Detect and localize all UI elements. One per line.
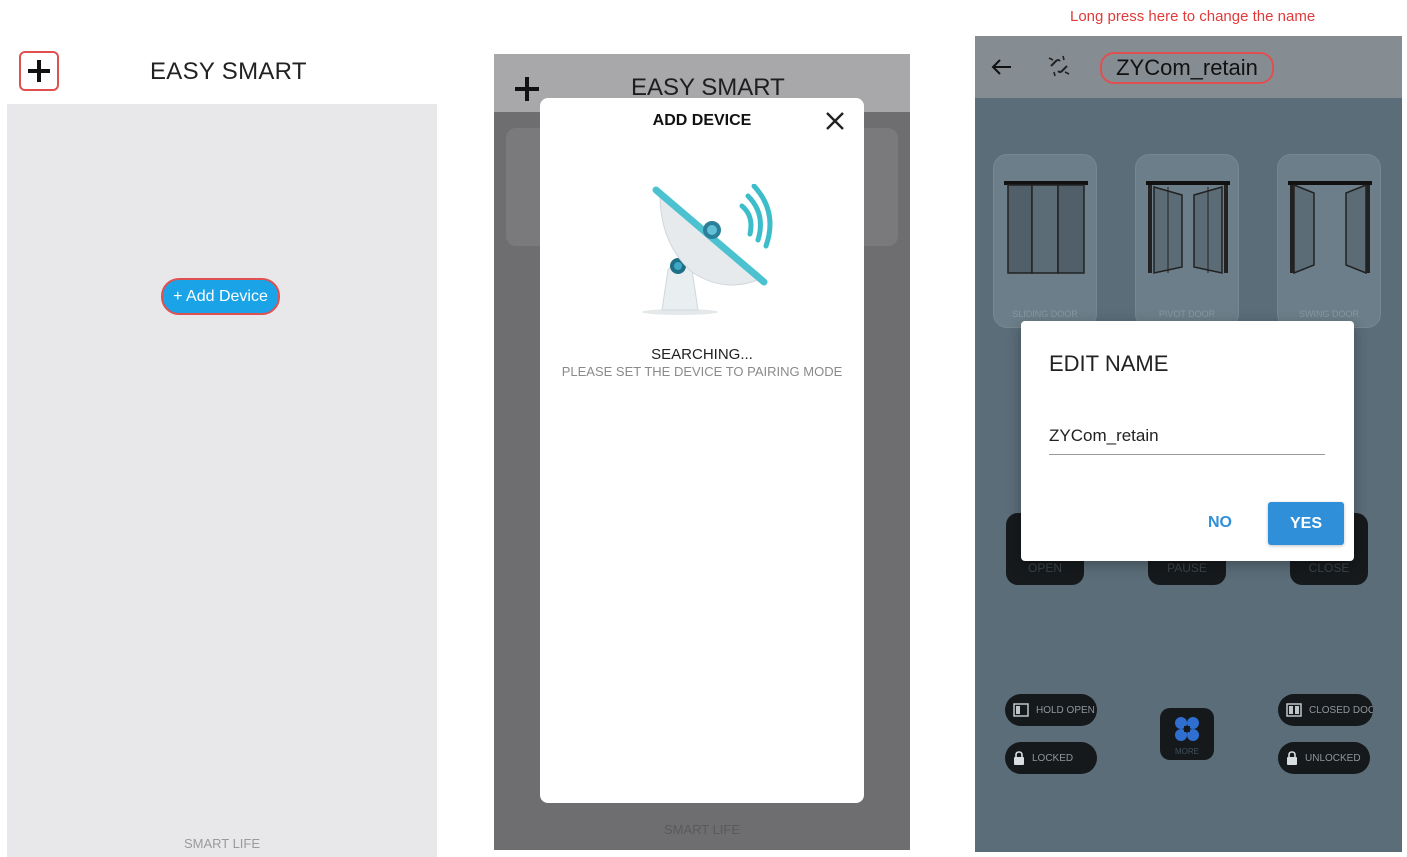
add-device-modal: ADD DEVICE SEARCHING... PLEASE SET THE D… xyxy=(540,98,864,803)
device-name-title[interactable]: ZYCom_retain xyxy=(1100,52,1274,84)
open-label: OPEN xyxy=(1027,561,1062,575)
arrow-left-icon[interactable] xyxy=(989,54,1015,80)
add-device-icon-button[interactable] xyxy=(512,74,542,104)
lock-icon xyxy=(1014,751,1024,765)
close-icon xyxy=(826,112,844,130)
closed-door-label: CLOSED DOOR xyxy=(1309,704,1373,716)
pivot-door-icon xyxy=(1146,181,1230,274)
more-label: MORE xyxy=(1175,747,1199,756)
swing-door-icon xyxy=(1288,181,1372,275)
close-button[interactable] xyxy=(822,108,848,134)
add-device-icon-button[interactable] xyxy=(19,51,59,91)
door-type-sliding[interactable]: SLIDING DOOR xyxy=(993,154,1097,328)
unlink-icon[interactable] xyxy=(1045,52,1073,80)
more-button[interactable]: MORE xyxy=(1160,708,1214,760)
clover-icon xyxy=(1175,717,1199,741)
sliding-door-icon xyxy=(1004,181,1088,274)
lock-icon xyxy=(1287,751,1297,765)
hold-open-label: HOLD OPEN xyxy=(1036,704,1095,716)
door-type-label: PIVOT DOOR xyxy=(1158,309,1216,319)
door-type-label: SLIDING DOOR xyxy=(1012,309,1078,319)
pause-label: PAUSE xyxy=(1167,561,1207,575)
closed-door-icon xyxy=(1286,703,1302,717)
hold-open-icon xyxy=(1013,703,1029,717)
device-list-area xyxy=(7,104,437,857)
footer-brand: SMART LIFE xyxy=(183,836,261,851)
pairing-hint: PLEASE SET THE DEVICE TO PAIRING MODE xyxy=(561,364,843,379)
search-status: SEARCHING... xyxy=(651,346,753,363)
add-device-button[interactable]: + Add Device xyxy=(161,278,280,315)
door-type-pivot[interactable]: PIVOT DOOR xyxy=(1135,154,1239,328)
locked-button[interactable]: LOCKED xyxy=(1005,742,1097,774)
close-label: CLOSE xyxy=(1308,561,1350,575)
plus-icon xyxy=(515,77,539,101)
hold-open-button[interactable]: HOLD OPEN xyxy=(1005,694,1097,726)
app-title: EASY SMART xyxy=(150,58,307,85)
edit-name-dialog: EDIT NAME NO YES xyxy=(1021,321,1354,561)
dialog-title: EDIT NAME xyxy=(1049,351,1169,376)
modal-title: ADD DEVICE xyxy=(652,112,752,129)
locked-label: LOCKED xyxy=(1032,752,1074,764)
door-type-label: SWING DOOR xyxy=(1299,309,1359,319)
closed-door-button[interactable]: CLOSED DOOR xyxy=(1278,694,1373,726)
satellite-dish-icon xyxy=(642,184,773,315)
unlocked-label: UNLOCKED xyxy=(1305,752,1361,764)
plus-icon xyxy=(28,60,50,82)
door-type-swing[interactable]: SWING DOOR xyxy=(1277,154,1381,328)
annotation-long-press: Long press here to change the name xyxy=(1070,8,1316,25)
unlocked-button[interactable]: UNLOCKED xyxy=(1278,742,1370,774)
no-button[interactable]: NO xyxy=(1189,503,1251,543)
footer-brand: SMART LIFE xyxy=(663,822,741,837)
yes-button[interactable]: YES xyxy=(1268,502,1344,545)
device-name-field[interactable] xyxy=(1049,417,1325,455)
